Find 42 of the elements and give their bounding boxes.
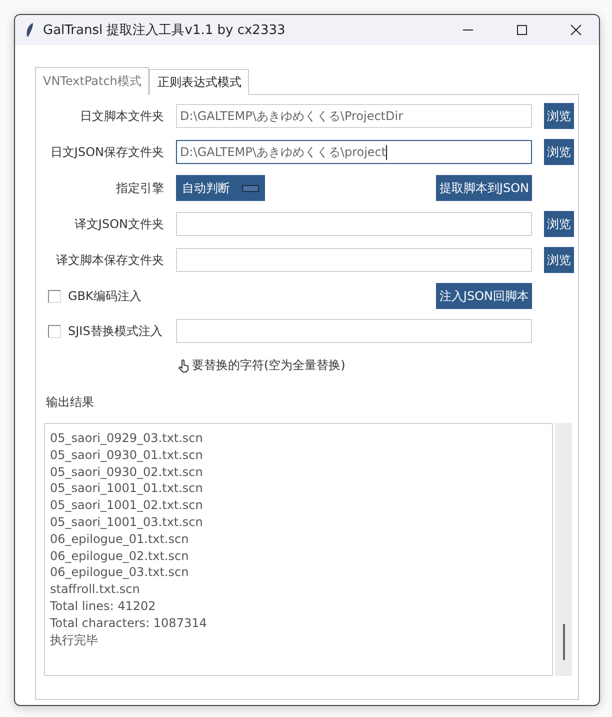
checkbox[interactable] bbox=[48, 324, 61, 338]
browse-button[interactable]: 浏览 bbox=[544, 103, 574, 129]
output-label: 输出结果 bbox=[46, 394, 95, 411]
engine-dropdown[interactable]: 自动判断 bbox=[176, 175, 265, 201]
log-line: 06_epilogue_01.txt.scn bbox=[50, 530, 190, 548]
log-line: 05_saori_0929_03.txt.scn bbox=[50, 430, 204, 447]
log-line: 06_epilogue_03.txt.scn bbox=[50, 564, 190, 582]
hint-text: 要替换的字符(空为全量替换) bbox=[192, 357, 346, 374]
log-line: staffroll.txt.scn bbox=[50, 581, 141, 598]
path-field[interactable] bbox=[176, 212, 532, 236]
browse-button[interactable]: 浏览 bbox=[544, 247, 574, 273]
log-line: 05_saori_0930_01.txt.scn bbox=[50, 446, 204, 464]
extract-button[interactable]: 提取脚本到JSON bbox=[436, 175, 532, 201]
hand-pointer-icon bbox=[178, 358, 190, 372]
log-line: 执行完毕 bbox=[50, 632, 99, 648]
browse-button[interactable]: 浏览 bbox=[544, 139, 574, 165]
log-line: 05_saori_1001_01.txt.scn bbox=[50, 480, 204, 498]
inject-button[interactable]: 注入JSON回脚本 bbox=[436, 283, 532, 309]
field-label: 日文JSON保存文件夹 bbox=[49, 144, 164, 160]
feather-icon bbox=[25, 22, 35, 38]
mode-tab[interactable]: VNTextPatch模式 bbox=[35, 67, 150, 95]
browse-button[interactable]: 浏览 bbox=[544, 211, 574, 237]
path-field[interactable]: D:\GALTEMP\あきゆめくくる\ProjectDir bbox=[176, 104, 532, 128]
checkbox-label: SJIS替换模式注入 bbox=[68, 322, 162, 340]
log-line: 05_saori_0930_02.txt.scn bbox=[50, 464, 204, 480]
scrollbar[interactable] bbox=[555, 423, 572, 676]
window-title: GalTransl 提取注入工具v1.1 by cx2333 bbox=[43, 22, 286, 39]
log-line: Total lines: 41202 bbox=[50, 598, 157, 615]
field-label: 译文脚本保存文件夹 bbox=[55, 252, 164, 268]
path-field[interactable]: D:\GALTEMP\あきゆめくくる\project bbox=[176, 140, 532, 164]
log-line: 06_epilogue_02.txt.scn bbox=[50, 548, 190, 564]
log-line: 05_saori_1001_03.txt.scn bbox=[50, 514, 204, 531]
log-line: Total characters: 1087314 bbox=[50, 614, 208, 632]
field-label: 指定引擎 bbox=[115, 180, 164, 196]
checkbox-label: GBK编码注入 bbox=[68, 288, 142, 304]
log-line: 05_saori_1001_02.txt.scn bbox=[50, 497, 204, 514]
field-label: 译文JSON文件夹 bbox=[73, 216, 164, 232]
replace-chars-field[interactable] bbox=[176, 319, 532, 343]
field-label: 日文脚本文件夹 bbox=[79, 108, 164, 124]
mode-tab[interactable]: 正则表达式模式 bbox=[149, 69, 250, 95]
checkbox[interactable] bbox=[48, 290, 61, 302]
path-field[interactable] bbox=[176, 248, 532, 272]
